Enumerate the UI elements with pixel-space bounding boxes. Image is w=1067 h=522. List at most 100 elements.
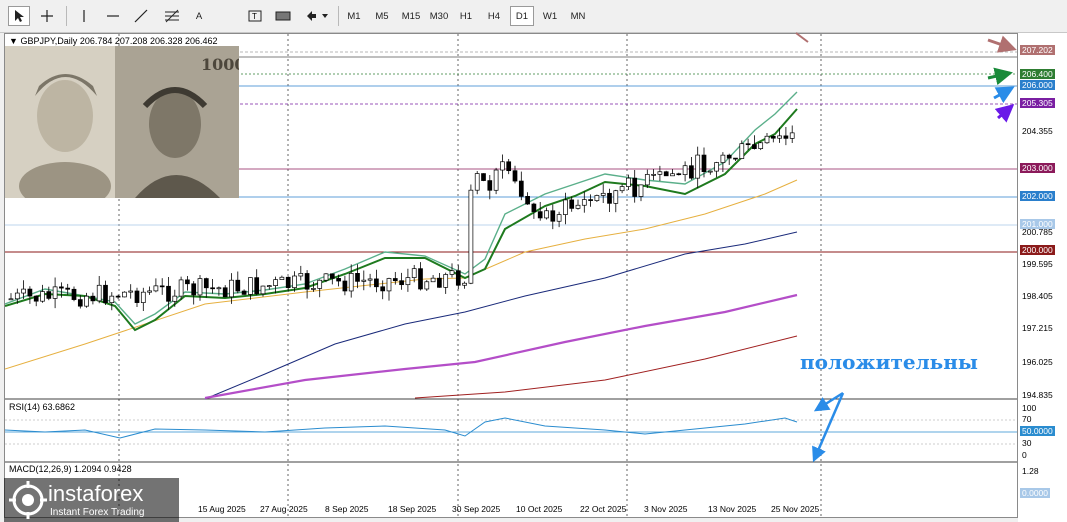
date-label: 3 Nov 2025	[644, 504, 688, 514]
timeframe-w1[interactable]: W1	[538, 6, 562, 26]
candle	[619, 184, 625, 194]
candle	[71, 286, 77, 302]
candle	[399, 272, 404, 290]
candle	[128, 284, 134, 299]
price-box-205305: 205.305	[1020, 98, 1055, 108]
timeframe-m30[interactable]: M30	[426, 6, 452, 26]
timeframe-h1[interactable]: H1	[454, 6, 478, 26]
candle	[96, 276, 102, 304]
candle	[273, 276, 278, 294]
candle	[481, 173, 486, 182]
chart-window[interactable]: 10000 ▼ GBPJPY,Daily 206.784 207.208 206…	[4, 33, 1018, 518]
candle	[670, 169, 675, 177]
ohlc-close: 206.462	[185, 36, 218, 46]
date-label: 10 Oct 2025	[516, 504, 563, 514]
candle	[122, 291, 127, 298]
date-label: 15 Aug 2025	[198, 504, 246, 514]
candle	[52, 277, 58, 309]
candle	[443, 272, 449, 294]
candle	[386, 277, 392, 301]
candle	[374, 269, 379, 293]
candle	[752, 135, 757, 150]
text-tool-button[interactable]: A	[188, 6, 210, 26]
candle	[682, 161, 688, 182]
candle	[77, 295, 83, 309]
ohlc-open: 206.784	[79, 36, 113, 46]
candle	[134, 287, 140, 307]
candle	[550, 204, 556, 230]
candle	[638, 184, 644, 202]
candle	[235, 271, 241, 294]
candle	[424, 280, 430, 291]
horizontal-line-icon[interactable]	[102, 6, 124, 26]
candle	[607, 188, 612, 212]
candle	[651, 169, 656, 181]
candle	[178, 276, 184, 300]
ma-violet-line	[204, 293, 798, 400]
arrows-icon[interactable]	[302, 6, 332, 26]
ma-yellow-line	[5, 179, 798, 370]
candle	[140, 287, 146, 311]
candle	[342, 275, 348, 296]
rsi-level-0: 0	[1022, 450, 1027, 460]
timeframe-h4[interactable]: H4	[482, 6, 506, 26]
macd-level-box: 0.0000	[1020, 488, 1050, 498]
date-label: 25 Nov 2025	[771, 504, 820, 514]
candle	[241, 289, 247, 295]
rectangle-icon[interactable]	[272, 6, 294, 26]
price-tick: 199.595	[1022, 259, 1053, 269]
candle	[632, 169, 638, 203]
timeframe-m15[interactable]: M15	[398, 6, 424, 26]
candle	[758, 141, 764, 151]
candle	[531, 202, 537, 219]
candle	[689, 156, 694, 180]
svg-text:10000: 10000	[201, 55, 239, 74]
candle	[159, 278, 165, 295]
candle	[449, 263, 455, 278]
price-tick: 204.355	[1022, 126, 1053, 136]
price-box-203000: 203.000	[1020, 163, 1055, 173]
candle	[569, 196, 575, 212]
candle	[506, 158, 512, 175]
brand-name: instaforex	[48, 481, 144, 506]
timeframe-m1[interactable]: M1	[342, 6, 366, 26]
candle	[563, 192, 568, 225]
instaforex-watermark: instaforex Instant Forex Trading	[4, 478, 179, 522]
price-tick: 197.215	[1022, 323, 1053, 333]
timeframe-m5[interactable]: M5	[370, 6, 394, 26]
macd-label: MACD(12,26,9) 1.2094 0.9428	[9, 464, 132, 474]
candle	[733, 157, 738, 162]
candle	[487, 175, 493, 200]
label-icon[interactable]: T	[244, 6, 266, 26]
fibonacci-icon[interactable]	[160, 6, 184, 26]
candle	[783, 126, 789, 146]
candle	[27, 286, 33, 304]
candle	[455, 264, 461, 290]
candle	[203, 277, 209, 298]
candle	[115, 294, 121, 300]
toolbar: A T M1 M5 M15 M30 H1 H4 D1 W1 MN	[0, 0, 1067, 33]
collapse-triangle-icon[interactable]: ▼	[9, 36, 18, 46]
date-label: 18 Sep 2025	[388, 504, 437, 514]
trendline-icon[interactable]	[130, 6, 152, 26]
candle	[468, 184, 474, 285]
candle	[613, 189, 619, 213]
brand-tagline: Instant Forex Trading	[50, 507, 145, 518]
crosshair-icon[interactable]	[36, 6, 58, 26]
ohlc-high: 207.208	[114, 36, 148, 46]
symbol-label: GBPJPY,Daily	[20, 36, 78, 46]
candle	[191, 281, 197, 305]
timeframe-mn[interactable]: MN	[566, 6, 590, 26]
candle	[537, 201, 543, 221]
candle	[644, 169, 650, 188]
candle	[418, 262, 423, 291]
vertical-line-icon[interactable]	[74, 6, 94, 26]
candle	[311, 282, 316, 292]
rsi-level-70: 70	[1022, 414, 1032, 424]
timeframe-d1[interactable]: D1	[510, 6, 534, 26]
cursor-icon[interactable]	[8, 6, 30, 26]
candle	[405, 268, 411, 292]
candle	[707, 170, 713, 175]
price-tick: 194.835	[1022, 390, 1053, 400]
price-tick: 196.025	[1022, 357, 1053, 367]
